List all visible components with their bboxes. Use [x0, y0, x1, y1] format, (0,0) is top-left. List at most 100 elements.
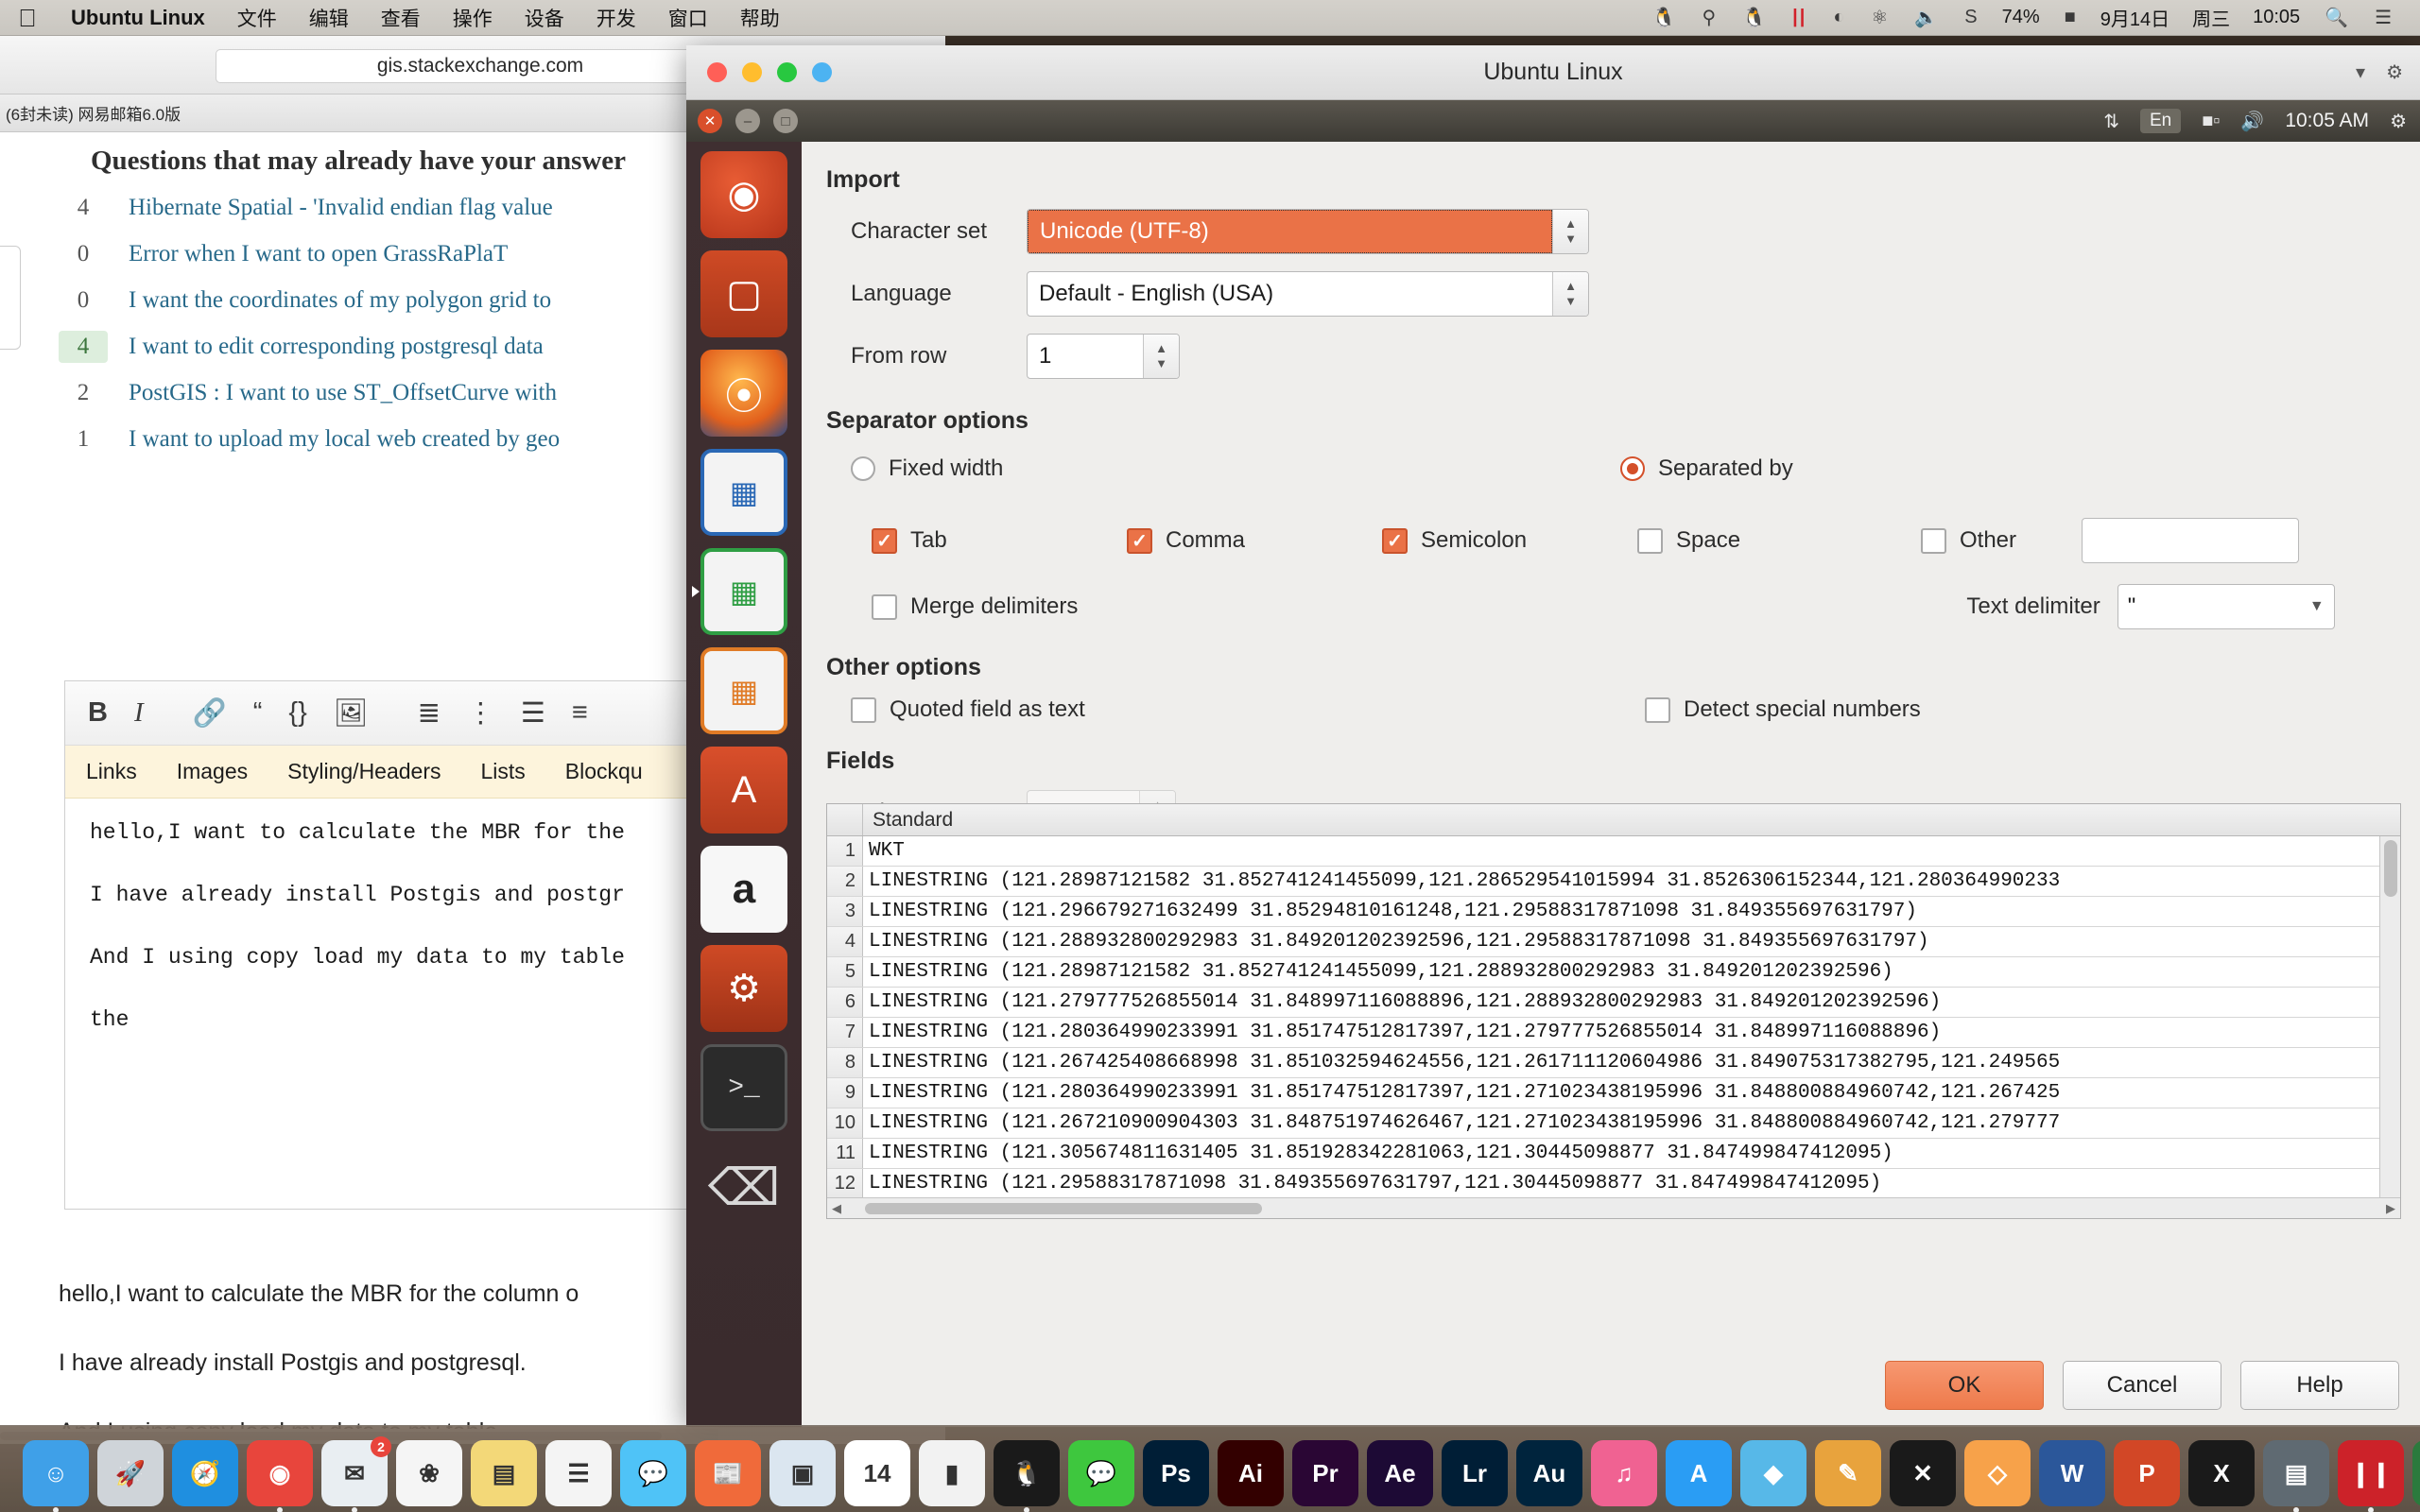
launcher-item-trash[interactable]: ⌫: [700, 1143, 787, 1230]
bluetooth-icon[interactable]: ⚛: [1858, 6, 1901, 29]
grid-vertical-scrollbar[interactable]: [2379, 836, 2400, 1199]
dock-item-premiere[interactable]: Pr: [1292, 1440, 1358, 1506]
italic-icon[interactable]: I: [134, 697, 144, 729]
battery-icon[interactable]: ■: [2051, 7, 2089, 28]
dock-item-after-effects[interactable]: Ae: [1367, 1440, 1433, 1506]
question-link[interactable]: Error when I want to open GrassRaPlaT: [129, 241, 508, 267]
alfred-search-icon[interactable]: ⚲: [1689, 6, 1730, 29]
chevron-down-icon[interactable]: ▼: [2309, 598, 2325, 615]
dock-item-illustrator[interactable]: Ai: [1218, 1440, 1284, 1506]
ubuntu-clock[interactable]: 10:05 AM: [2285, 110, 2369, 132]
dock-item-mail[interactable]: ✉ 2: [321, 1436, 391, 1512]
scroll-left-icon[interactable]: ◀: [827, 1201, 846, 1216]
volume-icon[interactable]: 🔈: [1901, 6, 1951, 29]
menu-app-name[interactable]: Ubuntu Linux: [55, 6, 221, 30]
dock-item-keynote[interactable]: ▣: [769, 1440, 836, 1506]
other-checkbox[interactable]: Other: [1921, 527, 2082, 554]
merge-delimiters-checkbox[interactable]: Merge delimiters: [872, 593, 1078, 620]
penguin-icon[interactable]: 🐧: [1639, 6, 1689, 29]
dock-item-numbers[interactable]: ▮: [919, 1440, 985, 1506]
help-tab-lists[interactable]: Lists: [481, 759, 526, 784]
separated-by-radio[interactable]: Separated by: [1620, 455, 1793, 482]
table-row[interactable]: 11 LINESTRING (121.305674811631405 31.851…: [827, 1139, 2400, 1169]
question-link[interactable]: I want the coordinates of my polygon gri…: [129, 287, 551, 314]
from-row-value[interactable]: 1: [1028, 335, 1143, 378]
space-checkbox[interactable]: Space: [1637, 527, 1921, 554]
menu-develop[interactable]: 开发: [580, 4, 652, 32]
ok-button[interactable]: OK: [1885, 1361, 2044, 1410]
dock-item-parallels[interactable]: ❙❙: [2338, 1440, 2404, 1512]
keyboard-layout-indicator[interactable]: En: [2140, 109, 2182, 133]
scroll-right-icon[interactable]: ▶: [2381, 1201, 2400, 1216]
dock-item-safari[interactable]: 🧭: [172, 1440, 238, 1506]
ubuntu-minimize-button[interactable]: –: [735, 109, 760, 133]
table-row[interactable]: 8 LINESTRING (121.267425408668998 31.8510…: [827, 1048, 2400, 1078]
question-link[interactable]: I want to edit corresponding postgresql …: [129, 334, 544, 360]
question-link[interactable]: Hibernate Spatial - 'Invalid endian flag…: [129, 195, 553, 221]
language-dropdown[interactable]: Default - English (USA) ▲ ▼: [1027, 271, 1589, 317]
character-set-dropdown[interactable]: Unicode (UTF-8) ▲ ▼: [1027, 209, 1589, 254]
stepper-arrows-icon[interactable]: ▲▼: [1552, 272, 1588, 316]
table-row[interactable]: 6 LINESTRING (121.279777526855014 31.8489…: [827, 988, 2400, 1018]
launcher-item-firefox[interactable]: ⦿: [700, 350, 787, 437]
dock-item-word[interactable]: W: [2039, 1440, 2105, 1506]
dock-item-audition[interactable]: Au: [1516, 1440, 1582, 1506]
quote-icon[interactable]: “: [253, 697, 263, 729]
launcher-item-libreoffice-impress[interactable]: ▦: [700, 647, 787, 734]
question-link[interactable]: PostGIS : I want to use ST_OffsetCurve w…: [129, 380, 557, 406]
browser-tab[interactable]: (6封未读) 网易邮箱6.0版: [6, 101, 181, 125]
dock-item-sketch[interactable]: ◇: [1964, 1440, 2031, 1506]
menu-actions[interactable]: 操作: [437, 4, 509, 32]
volume-icon[interactable]: 🔊: [2240, 110, 2264, 133]
help-tab-links[interactable]: Links: [86, 759, 137, 784]
from-row-stepper[interactable]: 1 ▲ ▼: [1027, 334, 1180, 379]
hr-icon[interactable]: ≡: [572, 697, 588, 729]
table-row[interactable]: 1 WKT: [827, 836, 2400, 867]
other-separator-input[interactable]: [2082, 518, 2299, 563]
code-icon[interactable]: {}: [288, 697, 306, 729]
pause-bars-icon[interactable]: ||: [1779, 7, 1820, 28]
table-row[interactable]: 5 LINESTRING (121.28987121582 31.85274124…: [827, 957, 2400, 988]
dock-item-notes[interactable]: ▤: [471, 1440, 537, 1506]
launcher-item-ubuntu-software[interactable]: A: [700, 747, 787, 833]
dock-item-lightroom[interactable]: Lr: [1442, 1440, 1508, 1506]
bullet-list-icon[interactable]: ⋮: [467, 696, 494, 730]
menu-window[interactable]: 窗口: [652, 4, 724, 32]
numbered-list-icon[interactable]: ≣: [418, 696, 441, 730]
dock-item-chrome[interactable]: ◉: [247, 1440, 313, 1512]
dock-item-reminders[interactable]: ☰: [545, 1440, 612, 1506]
heading-icon[interactable]: ☰: [521, 696, 545, 730]
comma-checkbox[interactable]: ✓ Comma: [1127, 527, 1382, 554]
menu-devices[interactable]: 设备: [509, 4, 580, 32]
dock-item-photoshop[interactable]: Ps: [1143, 1440, 1209, 1506]
table-row[interactable]: 9 LINESTRING (121.280364990233991 31.8517…: [827, 1078, 2400, 1108]
battery-icon[interactable]: ■▫: [2202, 111, 2220, 132]
import-preview-grid[interactable]: Standard 1 WKT 2 LINESTRING (121.289871215…: [826, 803, 2401, 1219]
menu-edit[interactable]: 编辑: [293, 4, 365, 32]
grid-horizontal-scrollbar[interactable]: ◀ ▶: [827, 1197, 2400, 1218]
table-row[interactable]: 12 LINESTRING (121.29588317871098 31.8493…: [827, 1169, 2400, 1199]
dock-item-xcode[interactable]: ✕: [1890, 1440, 1956, 1506]
text-delimiter-combobox[interactable]: " ▼: [2117, 584, 2335, 629]
dock-item-preview[interactable]: ◆: [1740, 1440, 1806, 1506]
dock-item-wechat[interactable]: 💬: [1068, 1440, 1134, 1506]
dock-item-powerpoint[interactable]: P: [2114, 1440, 2180, 1506]
launcher-item-terminal[interactable]: >_: [700, 1044, 787, 1131]
dock-item-messages[interactable]: 💬: [620, 1440, 686, 1506]
help-tab-blockquotes[interactable]: Blockqu: [565, 759, 643, 784]
launcher-item-ubuntu-dash[interactable]: ◉: [700, 151, 787, 238]
table-row[interactable]: 7 LINESTRING (121.280364990233991 31.8517…: [827, 1018, 2400, 1048]
help-tab-styling[interactable]: Styling/Headers: [287, 759, 441, 784]
evernote-icon[interactable]: 🐧: [1729, 6, 1779, 29]
launcher-item-amazon[interactable]: a: [700, 846, 787, 933]
dock-item-app-store[interactable]: A: [1666, 1440, 1732, 1506]
dock-item-finder[interactable]: ☺: [23, 1440, 89, 1512]
tab-checkbox[interactable]: ✓ Tab: [872, 527, 1127, 554]
stepper-arrows-icon[interactable]: ▲▼: [1143, 335, 1179, 378]
menu-view[interactable]: 查看: [365, 4, 437, 32]
image-icon[interactable]: 🖼: [334, 697, 369, 730]
table-row[interactable]: 10 LINESTRING (121.267210900904303 31.848…: [827, 1108, 2400, 1139]
semicolon-checkbox[interactable]: ✓ Semicolon: [1382, 527, 1637, 554]
wifi-icon[interactable]: ◐: [1820, 7, 1858, 28]
column-header-standard[interactable]: Standard: [863, 804, 953, 835]
